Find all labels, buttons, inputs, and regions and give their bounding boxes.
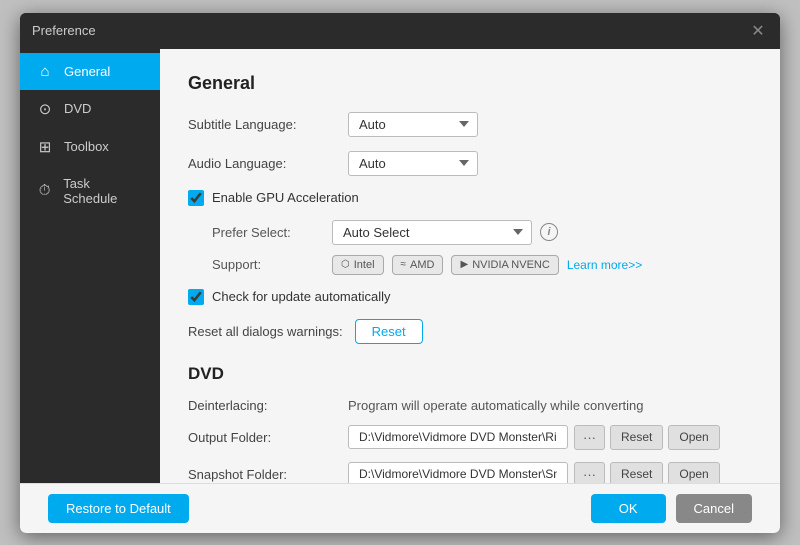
output-folder-dots-button[interactable]: ··· bbox=[574, 425, 605, 450]
reset-dialogs-label: Reset all dialogs warnings: bbox=[188, 324, 343, 339]
support-row: Support: ⬡ Intel ≈ AMD bbox=[212, 255, 752, 275]
support-label: Support: bbox=[212, 257, 332, 272]
sidebar-label-task-schedule: Task Schedule bbox=[63, 176, 144, 206]
amd-label: AMD bbox=[410, 259, 434, 271]
sidebar-label-general: General bbox=[64, 64, 110, 79]
reset-dialogs-row: Reset all dialogs warnings: Reset bbox=[188, 319, 752, 344]
deinterlacing-value: Program will operate automatically while… bbox=[348, 398, 644, 413]
home-icon: ⌂ bbox=[36, 63, 54, 80]
close-button[interactable]: ✕ bbox=[748, 21, 768, 41]
learn-more-link[interactable]: Learn more>> bbox=[567, 258, 642, 272]
intel-icon: ⬡ bbox=[341, 259, 350, 270]
snapshot-folder-input[interactable] bbox=[348, 462, 568, 483]
gpu-sub-options: Prefer Select: Auto Select i Support: bbox=[212, 220, 752, 275]
subtitle-language-row: Subtitle Language: Auto bbox=[188, 112, 752, 137]
gpu-section: Enable GPU Acceleration Prefer Select: A… bbox=[188, 190, 752, 275]
support-badges: ⬡ Intel ≈ AMD ▶ NVIDIA NVENC bbox=[332, 255, 642, 275]
snapshot-folder-buttons: ··· Reset Open bbox=[574, 462, 720, 483]
deinterlacing-label: Deinterlacing: bbox=[188, 398, 348, 413]
amd-icon: ≈ bbox=[401, 259, 407, 270]
intel-label: Intel bbox=[354, 259, 375, 271]
window-title: Preference bbox=[32, 23, 96, 38]
snapshot-folder-row: Snapshot Folder: ··· Reset Open bbox=[188, 462, 752, 483]
dvd-icon: ⊙ bbox=[36, 100, 54, 118]
intel-badge: ⬡ Intel bbox=[332, 255, 384, 275]
gpu-checkbox-row: Enable GPU Acceleration bbox=[188, 190, 752, 206]
sidebar: ⌂ General ⊙ DVD ⊞ Toolbox ⏱ Task Schedul… bbox=[20, 49, 160, 483]
snapshot-folder-open-button[interactable]: Open bbox=[668, 462, 719, 483]
check-update-row: Check for update automatically bbox=[188, 289, 752, 305]
output-folder-input[interactable] bbox=[348, 425, 568, 449]
clock-icon: ⏱ bbox=[36, 182, 53, 199]
sidebar-label-dvd: DVD bbox=[64, 101, 91, 116]
sidebar-item-general[interactable]: ⌂ General bbox=[20, 53, 160, 90]
sidebar-label-toolbox: Toolbox bbox=[64, 139, 109, 154]
nvidia-badge: ▶ NVIDIA NVENC bbox=[451, 255, 558, 275]
dvd-section-title: DVD bbox=[188, 364, 752, 384]
main-wrapper: General Subtitle Language: Auto Audio La… bbox=[160, 49, 780, 483]
content-area: ⌂ General ⊙ DVD ⊞ Toolbox ⏱ Task Schedul… bbox=[20, 49, 780, 483]
output-folder-open-button[interactable]: Open bbox=[668, 425, 719, 450]
prefer-select-wrap: Auto Select i bbox=[332, 220, 558, 245]
cancel-button[interactable]: Cancel bbox=[676, 494, 752, 523]
snapshot-folder-label: Snapshot Folder: bbox=[188, 467, 348, 482]
ok-button[interactable]: OK bbox=[591, 494, 666, 523]
check-update-label: Check for update automatically bbox=[212, 289, 390, 304]
titlebar: Preference ✕ bbox=[20, 13, 780, 49]
prefer-select-row: Prefer Select: Auto Select i bbox=[212, 220, 752, 245]
prefer-select-dropdown[interactable]: Auto Select bbox=[332, 220, 532, 245]
amd-badge: ≈ AMD bbox=[392, 255, 444, 275]
nvidia-icon: ▶ bbox=[460, 259, 468, 270]
deinterlacing-row: Deinterlacing: Program will operate auto… bbox=[188, 398, 752, 413]
snapshot-folder-dots-button[interactable]: ··· bbox=[574, 462, 605, 483]
output-folder-label: Output Folder: bbox=[188, 430, 348, 445]
output-folder-reset-button[interactable]: Reset bbox=[610, 425, 663, 450]
audio-language-label: Audio Language: bbox=[188, 156, 348, 171]
audio-language-row: Audio Language: Auto bbox=[188, 151, 752, 176]
output-folder-buttons: ··· Reset Open bbox=[574, 425, 720, 450]
restore-default-button[interactable]: Restore to Default bbox=[48, 494, 189, 523]
gpu-label: Enable GPU Acceleration bbox=[212, 190, 359, 205]
reset-dialogs-button[interactable]: Reset bbox=[355, 319, 423, 344]
output-folder-row: Output Folder: ··· Reset Open bbox=[188, 425, 752, 450]
nvidia-label: NVIDIA NVENC bbox=[472, 259, 550, 271]
sidebar-item-toolbox[interactable]: ⊞ Toolbox bbox=[20, 128, 160, 166]
preference-window: Preference ✕ ⌂ General ⊙ DVD ⊞ Toolbox ⏱… bbox=[20, 13, 780, 533]
audio-language-select[interactable]: Auto bbox=[348, 151, 478, 176]
footer-right-buttons: OK Cancel bbox=[591, 494, 752, 523]
main-content: General Subtitle Language: Auto Audio La… bbox=[160, 49, 780, 483]
info-icon[interactable]: i bbox=[540, 223, 558, 241]
subtitle-language-label: Subtitle Language: bbox=[188, 117, 348, 132]
footer: Restore to Default OK Cancel bbox=[20, 483, 780, 533]
toolbox-icon: ⊞ bbox=[36, 138, 54, 156]
general-section-title: General bbox=[188, 73, 752, 94]
gpu-checkbox[interactable] bbox=[188, 190, 204, 206]
prefer-select-label: Prefer Select: bbox=[212, 225, 332, 240]
subtitle-language-select[interactable]: Auto bbox=[348, 112, 478, 137]
check-update-checkbox[interactable] bbox=[188, 289, 204, 305]
sidebar-item-dvd[interactable]: ⊙ DVD bbox=[20, 90, 160, 128]
sidebar-item-task-schedule[interactable]: ⏱ Task Schedule bbox=[20, 166, 160, 216]
snapshot-folder-reset-button[interactable]: Reset bbox=[610, 462, 663, 483]
